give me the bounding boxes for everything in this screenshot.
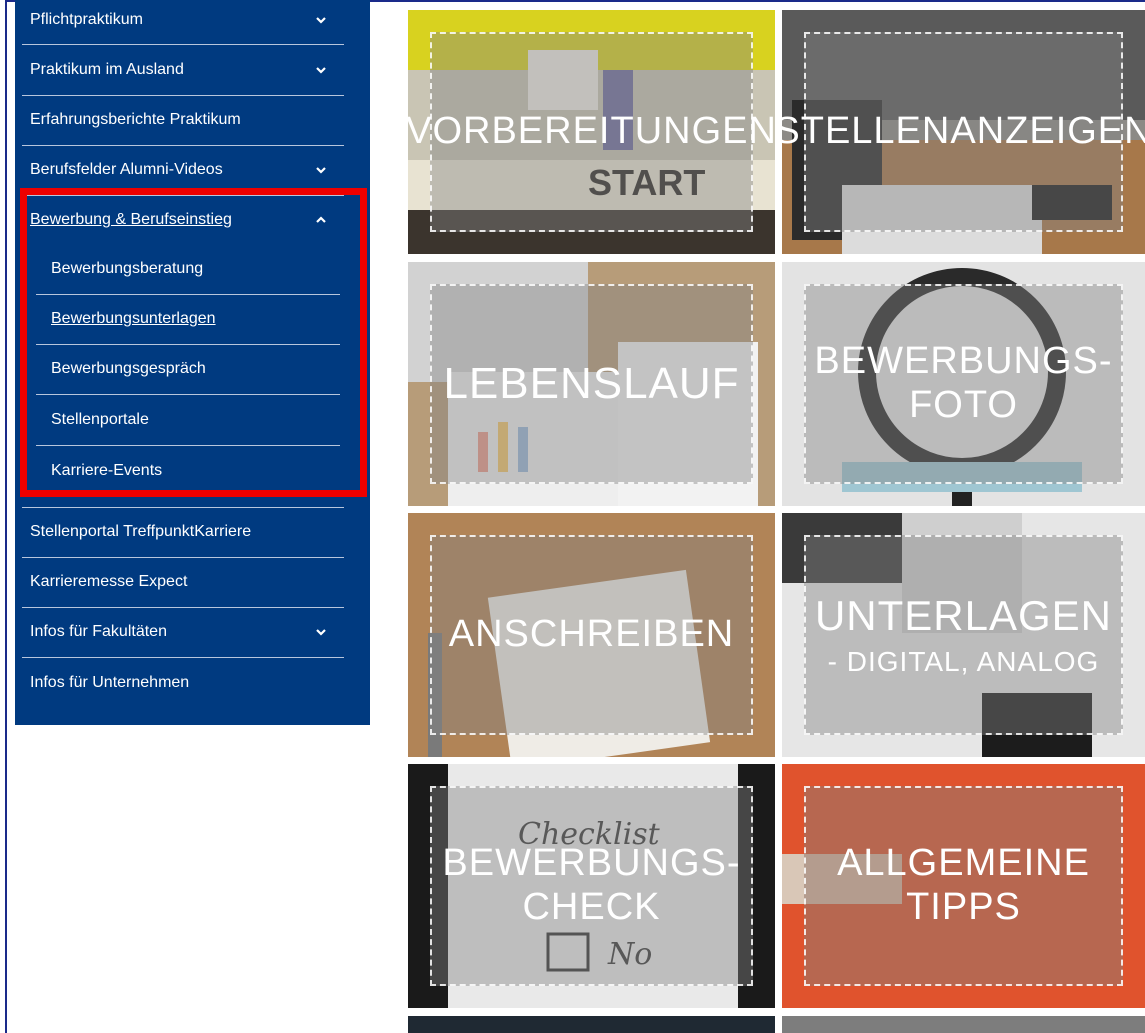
sidebar-item-label: Infos für Unternehmen — [30, 674, 190, 691]
tile-overlay: BEWERBUNGS- CHECK — [430, 786, 753, 986]
sidebar-subitem-label: Bewerbungsunterlagen — [51, 310, 216, 327]
sidebar-item-pflichtpraktikum[interactable]: Pflichtpraktikum — [22, 0, 344, 45]
tile-title: ALLGEMEINE — [837, 842, 1090, 885]
tile-subtitle: FOTO — [909, 384, 1018, 426]
tile-overlay: STELLENANZEIGEN — [782, 32, 1145, 232]
sidebar-subitem-bewerbungsunterlagen[interactable]: Bewerbungsunterlagen — [36, 294, 340, 344]
sidebar-item-infos-fakultaeten[interactable]: Infos für Fakultäten — [22, 607, 344, 657]
tile-title: UNTERLAGEN — [814, 591, 1113, 639]
tile-overlay: ANSCHREIBEN — [430, 535, 753, 735]
sidebar-item-erfahrungsberichte[interactable]: Erfahrungsberichte Praktikum — [22, 95, 344, 145]
tile-title: ANSCHREIBEN — [448, 613, 735, 656]
sidebar-subitem-label: Stellenportale — [51, 411, 149, 428]
tile-subtitle: TIPPS — [906, 886, 1021, 928]
sidebar-item-berufsfelder[interactable]: Berufsfelder Alumni-Videos — [22, 145, 344, 195]
sidebar-item-treffpunktkarriere[interactable]: Stellenportal TreffpunktKarriere — [22, 507, 344, 557]
tile-title: STELLENANZEIGEN — [782, 110, 1145, 153]
tile-unterlagen[interactable]: UNTERLAGEN - DIGITAL, ANALOG — [782, 513, 1145, 757]
tile-title: BEWERBUNGS- — [442, 842, 741, 885]
tile-overlay: UNTERLAGEN - DIGITAL, ANALOG — [804, 535, 1123, 735]
tile-bewerbungscheck[interactable]: Checklist No BEWERBUNGS- CHECK — [408, 764, 775, 1008]
sidebar-item-infos-unternehmen[interactable]: Infos für Unternehmen — [22, 658, 344, 708]
tile-partial[interactable] — [782, 1016, 1145, 1033]
tile-overlay: LEBENSLAUF — [430, 284, 753, 484]
sidebar-subitem-bewerbungsberatung[interactable]: Bewerbungsberatung — [36, 244, 340, 294]
sidebar-subitem-bewerbungsgespraech[interactable]: Bewerbungsgespräch — [36, 344, 340, 394]
tile-overlay: VORBEREITUNGEN — [408, 32, 775, 232]
tile-overlay: BEWERBUNGS- FOTO — [804, 284, 1123, 484]
sidebar-subitem-label: Karriere-Events — [51, 462, 163, 479]
tile-subtitle: - DIGITAL, ANALOG — [827, 646, 1100, 678]
sidebar-item-label: Pflichtpraktikum — [30, 11, 143, 28]
tile-stellenanzeigen[interactable]: STELLENANZEIGEN — [782, 10, 1145, 254]
tile-bewerbungsfoto[interactable]: BEWERBUNGS- FOTO — [782, 262, 1145, 506]
tile-subtitle: CHECK — [522, 886, 661, 928]
sidebar-item-label: Praktikum im Ausland — [30, 61, 184, 78]
sidebar-item-label: Berufsfelder Alumni-Videos — [30, 161, 223, 178]
sidebar-item-label: Stellenportal TreffpunktKarriere — [30, 523, 252, 540]
tile-vorbereitungen[interactable]: START VORBEREITUNGEN — [408, 10, 775, 254]
tile-title: BEWERBUNGS- — [814, 340, 1113, 383]
sidebar-item-label: Erfahrungsberichte Praktikum — [30, 111, 241, 128]
tile-lebenslauf[interactable]: LEBENSLAUF — [408, 262, 775, 506]
tile-partial[interactable] — [408, 1016, 775, 1033]
chevron-up-icon[interactable] — [314, 213, 328, 227]
sidebar-item-label: Bewerbung & Berufseinstieg — [30, 211, 232, 228]
chevron-down-icon[interactable] — [314, 63, 328, 77]
chevron-down-icon[interactable] — [314, 163, 328, 177]
chevron-down-icon[interactable] — [314, 625, 328, 639]
chevron-down-icon[interactable] — [314, 13, 328, 27]
sidebar-item-bewerbung[interactable]: Bewerbung & Berufseinstieg — [22, 195, 344, 245]
tile-overlay: ALLGEMEINE TIPPS — [804, 786, 1123, 986]
sidebar-subitem-karriere-events[interactable]: Karriere-Events — [36, 446, 340, 496]
sidebar-subitem-label: Bewerbungsgespräch — [51, 360, 206, 377]
sidebar-item-label: Karrieremesse Expect — [30, 573, 188, 590]
tile-title: VORBEREITUNGEN — [408, 110, 775, 153]
sidebar-item-label: Infos für Fakultäten — [30, 623, 167, 640]
tile-anschreiben[interactable]: ANSCHREIBEN — [408, 513, 775, 757]
tile-title: LEBENSLAUF — [443, 358, 740, 408]
tile-allgemeine-tipps[interactable]: ALLGEMEINE TIPPS — [782, 764, 1145, 1008]
sidebar-subitem-label: Bewerbungsberatung — [51, 260, 204, 277]
sidebar-item-praktikum-ausland[interactable]: Praktikum im Ausland — [22, 45, 344, 95]
sidebar-subitem-stellenportale[interactable]: Stellenportale — [36, 395, 340, 445]
sidebar-item-karrieremesse[interactable]: Karrieremesse Expect — [22, 557, 344, 607]
